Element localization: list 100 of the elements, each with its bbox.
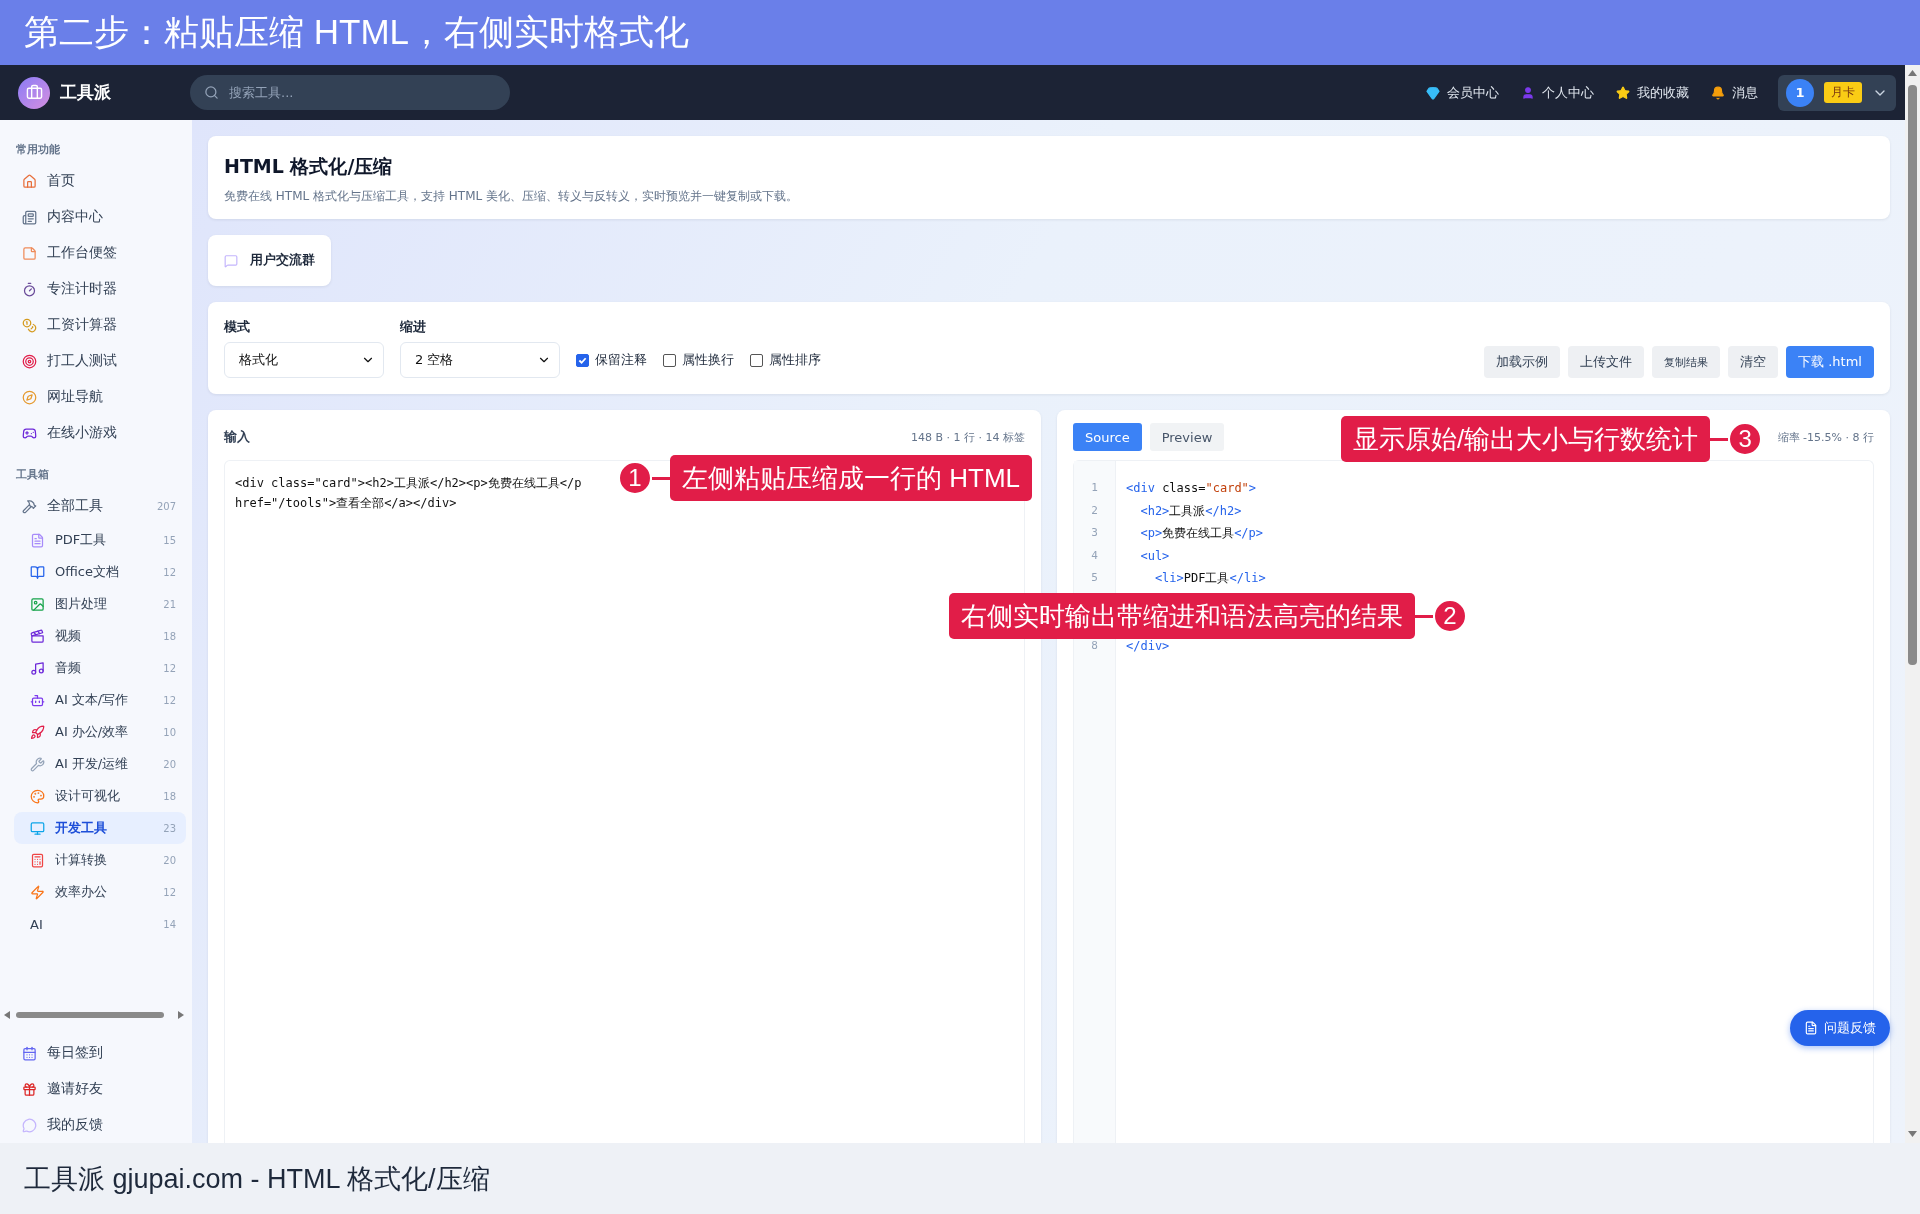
search-field[interactable]: 搜索工具... <box>190 75 510 110</box>
action-button[interactable]: 复制结果 <box>1652 346 1721 378</box>
banner-title: 第二步：粘贴压缩 HTML，右侧实时格式化 <box>24 11 689 53</box>
checkbox[interactable] <box>663 353 676 367</box>
leader-line <box>652 476 670 480</box>
item-count: 20 <box>163 758 176 770</box>
line-number: 5 <box>1091 571 1098 584</box>
sidebar-item[interactable]: 每日签到 <box>14 1035 186 1071</box>
item-count: 23 <box>163 822 176 834</box>
sidebar-item[interactable]: 工作台便签 <box>14 235 186 271</box>
membership-badge: 月卡 <box>1824 82 1862 103</box>
input-stats: 148 B · 1 行 · 14 标签 <box>911 429 1025 445</box>
line-number: 3 <box>1091 526 1098 539</box>
code-line: <li>PDF工具</li> <box>1153 571 1266 585</box>
item-count: 18 <box>163 630 176 642</box>
checkbox-option[interactable]: 保留注释 <box>576 342 647 378</box>
action-button[interactable]: 清空 <box>1728 346 1779 378</box>
sidebar-item[interactable]: 视频 18 <box>14 620 186 652</box>
item-count: 14 <box>163 918 176 930</box>
horizontal-scrollbar[interactable] <box>4 1009 184 1021</box>
section-title: 常用功能 <box>15 142 61 157</box>
sidebar-item[interactable]: 音频 12 <box>14 652 186 684</box>
callout-label: 右侧实时输出带缩进和语法高亮的结果 <box>949 593 1415 639</box>
sidebar-item[interactable]: AI 办公/效率 10 <box>14 716 186 748</box>
robot-icon <box>30 692 45 708</box>
sidebar-item[interactable]: PDF工具 15 <box>14 524 186 556</box>
logo-icon[interactable] <box>18 76 50 109</box>
code-line: <div class="card"><h2>工具派</h2><p>免费在线工具</p <box>235 475 582 492</box>
user-icon <box>1521 85 1535 100</box>
sidebar-item[interactable]: AI 14 <box>14 908 186 940</box>
gem-icon <box>1426 85 1440 100</box>
view-tab[interactable]: Source <box>1073 423 1142 451</box>
avatar: 1 <box>1786 78 1814 107</box>
action-button[interactable]: 上传文件 <box>1568 346 1645 378</box>
house-icon <box>22 173 37 189</box>
community-button[interactable]: 用户交流群 <box>208 235 331 286</box>
sidebar-item[interactable]: AI 开发/运维 20 <box>14 748 186 780</box>
sidebar-item[interactable]: 开发工具 23 <box>14 812 186 844</box>
checkbox-option[interactable]: 属性排序 <box>750 342 821 378</box>
speech-bubble-icon <box>224 253 238 268</box>
item-count: 18 <box>163 790 176 802</box>
checkbox[interactable] <box>750 353 763 367</box>
sidebar-item[interactable]: 工资计算器 <box>14 307 186 343</box>
item-count: 12 <box>163 662 176 674</box>
calendar-icon <box>22 1045 37 1061</box>
sidebar-item[interactable]: 设计可视化 18 <box>14 780 186 812</box>
sidebar-item[interactable]: 网址导航 <box>14 379 186 415</box>
callout-label: 左侧粘贴压缩成一行的 HTML <box>670 455 1032 501</box>
leader-line <box>1710 437 1729 441</box>
callout-label: 显示原始/输出大小与行数统计 <box>1341 416 1711 462</box>
sidebar-item[interactable]: Office文档 12 <box>14 556 186 588</box>
clapperboard-icon <box>30 628 45 644</box>
action-button[interactable]: 下载 .html <box>1786 346 1874 378</box>
field-label: 模式 <box>224 318 251 336</box>
code-line: <ul> <box>1139 548 1170 563</box>
dropdown[interactable]: 格式化 <box>224 342 384 378</box>
sidebar-item[interactable]: 计算转换 20 <box>14 844 186 876</box>
panel-title: 输入 <box>224 428 250 446</box>
sidebar-item[interactable]: 我的反馈 <box>14 1107 186 1143</box>
action-button[interactable]: 加载示例 <box>1484 346 1561 378</box>
line-number: 8 <box>1091 638 1098 652</box>
vertical-scrollbar[interactable] <box>1905 65 1920 1143</box>
wrench-icon <box>30 756 45 772</box>
rocket-icon <box>30 724 45 740</box>
checkbox-option[interactable]: 属性换行 <box>663 342 734 378</box>
item-count: 12 <box>163 886 176 898</box>
speech-bubble-icon <box>22 1117 37 1133</box>
bell-icon <box>1711 85 1725 100</box>
sidebar-item[interactable]: 首页 <box>14 163 186 199</box>
sidebar-item[interactable]: 内容中心 <box>14 199 186 235</box>
sidebar-item[interactable]: 打工人测试 <box>14 343 186 379</box>
line-number: 1 <box>1091 481 1098 494</box>
star-icon <box>1616 85 1630 100</box>
code-line: <h2>工具派</h2> <box>1139 503 1242 518</box>
item-count: 12 <box>163 694 176 706</box>
sidebar-item[interactable]: 专注计时器 <box>14 271 186 307</box>
code-line: <div class="card"> <box>1126 481 1257 495</box>
sidebar-item[interactable]: 图片处理 21 <box>14 588 186 620</box>
compass-icon <box>22 389 37 405</box>
sidebar-item[interactable]: 全部工具 207 <box>14 488 186 524</box>
nav-link[interactable]: 个人中心 <box>1521 83 1594 102</box>
nav-link[interactable]: 我的收藏 <box>1616 83 1689 102</box>
dropdown[interactable]: 2 空格 <box>400 342 560 378</box>
monitor-icon <box>30 820 45 836</box>
newspaper-icon <box>22 209 37 225</box>
document-icon <box>1804 1021 1818 1035</box>
sidebar-item[interactable]: 在线小游戏 <box>14 415 186 451</box>
sidebar-item[interactable]: AI 文本/写作 12 <box>14 684 186 716</box>
view-tab[interactable]: Preview <box>1149 423 1225 451</box>
sidebar-item[interactable]: 效率办公 12 <box>14 876 186 908</box>
caption: 工具派 gjupai.com - HTML 格式化/压缩 <box>24 1162 490 1196</box>
code-line: </div> <box>1126 638 1170 653</box>
nav-link[interactable]: 消息 <box>1711 83 1758 102</box>
user-menu[interactable]: 1 月卡 <box>1778 74 1896 111</box>
feedback-button[interactable]: 问题反馈 <box>1790 1010 1890 1046</box>
checkbox[interactable] <box>576 353 589 367</box>
sidebar-item[interactable]: 邀请好友 <box>14 1071 186 1107</box>
nav-link[interactable]: 会员中心 <box>1426 83 1499 102</box>
palette-icon <box>30 788 45 804</box>
item-count: 10 <box>163 726 176 738</box>
